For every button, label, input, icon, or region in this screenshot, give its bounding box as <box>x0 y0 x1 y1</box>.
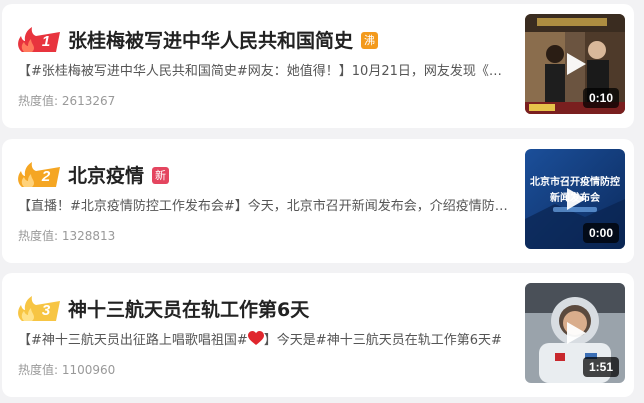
play-icon <box>567 53 586 75</box>
hot-item-2[interactable]: 2 北京疫情新 【直播！#北京疫情防控工作发布会#】今天，北京市召开新闻发布会，… <box>2 139 634 263</box>
hot-item-snippet[interactable]: 【直播！#北京疫情防控工作发布会#】今天，北京市召开新闻发布会，介绍疫情防控有关… <box>18 197 512 217</box>
rank-badge: 1 <box>16 26 64 54</box>
hot-item-snippet[interactable]: 【#神十三航天员出征路上唱歌唱祖国# 】今天是#神十三航天员在轨工作第6天# <box>18 331 512 351</box>
hot-item-title-text[interactable]: 北京疫情 <box>68 165 144 187</box>
hot-item-title[interactable]: 神十三航天员在轨工作第6天 <box>68 297 309 323</box>
heat-number: 2613267 <box>61 94 116 108</box>
heat-label: 热度值: <box>18 94 59 108</box>
play-icon <box>567 188 586 210</box>
video-duration: 1:51 <box>582 357 619 377</box>
hot-item-title-text[interactable]: 神十三航天员在轨工作第6天 <box>68 299 309 321</box>
hot-search-list: 1 张桂梅被写进中华人民共和国简史沸 【#张桂梅被写进中华人民共和国简史#网友：… <box>0 0 644 403</box>
video-thumbnail[interactable]: 1:51 <box>525 283 625 383</box>
snippet-part-1: 【#神十三航天员出征路上唱歌唱祖国# <box>18 333 248 348</box>
rank-badge: 2 <box>16 161 64 189</box>
video-thumbnail[interactable]: 北京市召开疫情防控 新闻发布会 0:00 <box>525 149 625 249</box>
hot-badge: 沸 <box>361 32 379 49</box>
hot-item-1[interactable]: 1 张桂梅被写进中华人民共和国简史沸 【#张桂梅被写进中华人民共和国简史#网友：… <box>2 4 634 128</box>
heart-icon <box>247 331 264 345</box>
heat-number: 1100960 <box>61 363 116 377</box>
rank-number: 1 <box>41 33 51 50</box>
heat-value: 热度值: 2613267 <box>18 93 115 109</box>
new-badge: 新 <box>152 167 170 184</box>
video-thumbnail[interactable]: 0:10 <box>525 14 625 114</box>
heat-label: 热度值: <box>18 363 59 377</box>
video-duration: 0:10 <box>582 88 619 108</box>
heat-value: 热度值: 1328813 <box>18 228 115 244</box>
play-icon <box>567 322 586 344</box>
hot-item-3[interactable]: 3 神十三航天员在轨工作第6天 【#神十三航天员出征路上唱歌唱祖国# 】今天是#神… <box>2 273 634 397</box>
snippet-part-2: 】今天是#神十三航天员在轨工作第6天# <box>263 333 502 348</box>
heat-label: 热度值: <box>18 229 59 243</box>
rank-number: 3 <box>41 302 51 319</box>
heat-value: 热度值: 1100960 <box>18 362 115 378</box>
hot-item-title[interactable]: 张桂梅被写进中华人民共和国简史沸 <box>68 28 379 54</box>
heat-number: 1328813 <box>61 229 116 243</box>
rank-number: 2 <box>41 168 51 185</box>
hot-item-title[interactable]: 北京疫情新 <box>68 163 170 189</box>
rank-badge: 3 <box>16 295 64 323</box>
hot-item-title-text[interactable]: 张桂梅被写进中华人民共和国简史 <box>68 30 353 52</box>
hot-item-snippet[interactable]: 【#张桂梅被写进中华人民共和国简史#网友：她值得！】10月21日，网友发现《中华… <box>18 62 512 82</box>
video-duration: 0:00 <box>582 223 619 243</box>
